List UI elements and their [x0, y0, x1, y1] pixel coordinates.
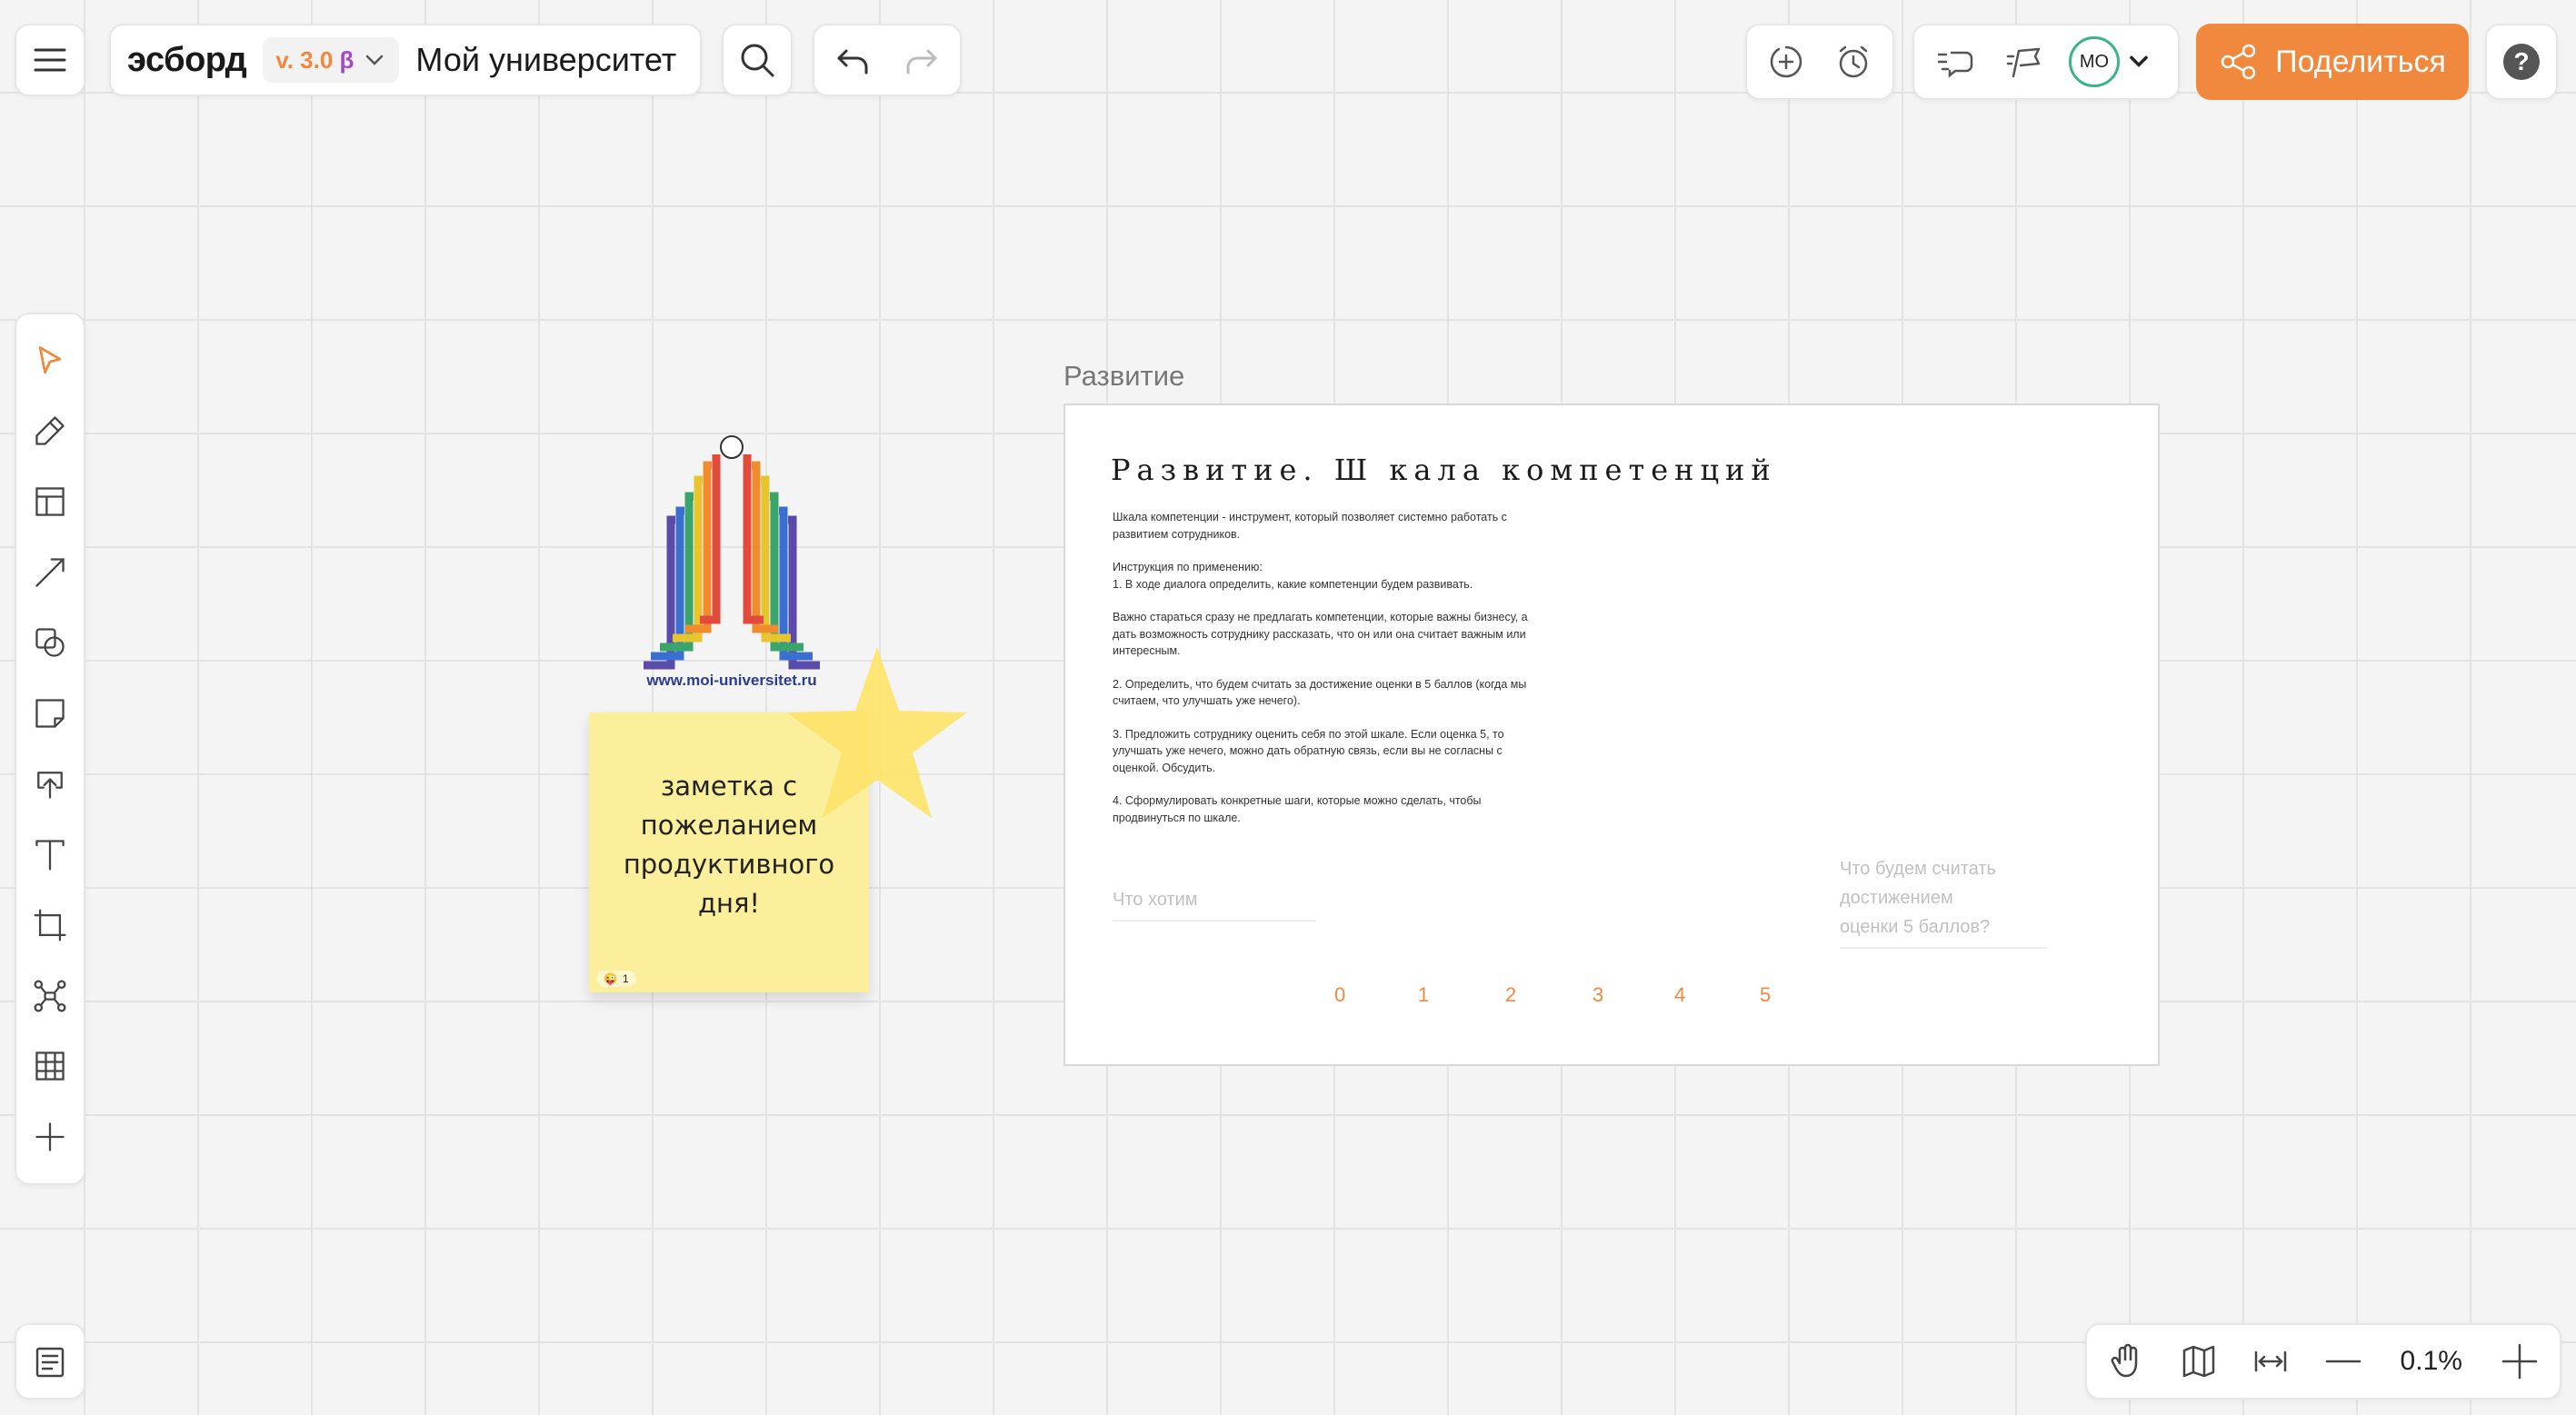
sticky-tool[interactable] [23, 684, 77, 742]
star-shape[interactable] [784, 643, 971, 822]
arrow-icon [35, 558, 65, 587]
frame-title[interactable]: Развитие [1063, 360, 1184, 393]
select-tool[interactable] [23, 332, 77, 390]
user-avatar[interactable]: МО [2069, 36, 2120, 87]
board-name[interactable]: Мой университет [415, 41, 676, 79]
frame-development[interactable]: Развитие. Ш кала компетенций Шкала компе… [1063, 404, 2160, 1066]
upload-icon [37, 771, 63, 799]
collaboration-panel: МО [1912, 24, 2180, 100]
frame-icon [34, 909, 66, 942]
title-panel: эсборд v. 3.0 β Мой университет [109, 24, 702, 96]
pen-tool[interactable] [23, 402, 77, 460]
mindmap-tool[interactable] [23, 967, 77, 1025]
upload-tool[interactable] [23, 755, 77, 813]
scale-3: 3 [1593, 983, 1604, 1006]
tools-toolbar [15, 313, 85, 1185]
search-icon [741, 44, 774, 77]
field-score-five[interactable]: Что будем считать достижением оценки 5 б… [1840, 854, 2047, 949]
body-paragraph: Важно стараться сразу не предлагать комп… [1113, 611, 1528, 657]
template-tool[interactable] [23, 473, 77, 531]
table-tool[interactable] [23, 1037, 77, 1095]
history-panel [813, 24, 962, 96]
pen-icon [35, 416, 65, 446]
star-fill [787, 647, 967, 818]
share-label: Поделиться [2275, 44, 2446, 79]
presentation-button[interactable] [1992, 30, 2056, 94]
zoom-in-button[interactable] [2491, 1330, 2549, 1393]
sticky-note-icon [35, 699, 65, 728]
fit-width-icon [2255, 1350, 2287, 1372]
more-tools-button[interactable] [23, 1108, 77, 1166]
frame-heading: Развитие. Ш кала компетенций [1111, 453, 1777, 487]
arrow-tool[interactable] [23, 543, 77, 602]
alarm-clock-icon [1839, 45, 1868, 78]
body-paragraph: 2. Определить, что будем считать за дост… [1113, 677, 1527, 708]
redo-button[interactable] [889, 28, 953, 92]
scale-2: 2 [1505, 983, 1517, 1006]
insert-timer-panel [1745, 24, 1894, 100]
table-icon [35, 1051, 65, 1081]
field-what-we-want[interactable]: Что хотим [1113, 885, 1316, 922]
cursor-icon [38, 345, 62, 374]
comments-icon [1937, 51, 1973, 78]
scale-1: 1 [1418, 983, 1430, 1006]
frame-tool[interactable] [23, 896, 77, 954]
body-paragraph: 3. Предложить сотруднику оценить себя по… [1113, 727, 1504, 774]
undo-icon [837, 49, 868, 75]
scale-4: 4 [1674, 983, 1686, 1006]
version-label: v. 3.0 β [275, 45, 354, 74]
share-icon [2221, 44, 2256, 80]
layers-list-icon [35, 1347, 65, 1378]
search-panel [722, 24, 793, 96]
frame-body: Шкала компетенции - инструмент, который … [1113, 509, 1558, 842]
plus-icon [2501, 1343, 2538, 1380]
undo-button[interactable] [822, 28, 885, 92]
minus-icon [2325, 1360, 2361, 1363]
reaction-count: 1 [622, 972, 629, 985]
help-panel: ? [2485, 24, 2558, 100]
menu-button[interactable] [18, 28, 82, 92]
reaction-badge[interactable]: 😜 1 [596, 971, 636, 987]
version-selector[interactable]: v. 3.0 β [263, 37, 400, 83]
text-tool[interactable] [23, 825, 77, 883]
add-circle-icon [1770, 45, 1802, 78]
add-button[interactable] [1754, 30, 1818, 94]
body-paragraph: Шкала компетенции - инструмент, который … [1113, 511, 1507, 541]
text-icon [35, 840, 65, 871]
comments-button[interactable] [1923, 30, 1987, 94]
reaction-emoji: 😜 [604, 972, 617, 985]
brand-logo[interactable]: эсборд [127, 41, 247, 80]
menu-panel [15, 24, 85, 96]
scale-0: 0 [1334, 983, 1346, 1006]
body-paragraph: 4. Сформулировать конкретные шаги, котор… [1113, 794, 1482, 824]
mindmap-icon [34, 980, 66, 1012]
zoom-out-button[interactable] [2314, 1330, 2372, 1393]
zoom-panel: 0.1% [2085, 1323, 2561, 1400]
map-icon [2182, 1345, 2215, 1378]
help-icon[interactable]: ? [2503, 44, 2540, 80]
plus-icon [35, 1122, 65, 1151]
layers-button[interactable] [18, 1330, 82, 1393]
minimap-button[interactable] [2170, 1330, 2228, 1393]
cursor-flag-icon [2006, 47, 2041, 78]
hand-tool-button[interactable] [2098, 1330, 2156, 1393]
chevron-down-icon [366, 55, 384, 65]
fit-width-button[interactable] [2242, 1330, 2300, 1393]
search-button[interactable] [725, 28, 789, 92]
redo-icon [906, 49, 937, 75]
body-paragraph: Инструкция по применению: 1. В ходе диал… [1113, 561, 1473, 591]
share-button[interactable]: Поделиться [2196, 24, 2469, 100]
scale-5: 5 [1760, 983, 1772, 1006]
hamburger-icon [34, 48, 66, 72]
chevron-down-icon[interactable] [2125, 48, 2152, 75]
layers-panel [15, 1323, 85, 1400]
template-icon [35, 487, 65, 516]
shapes-tool[interactable] [23, 613, 77, 672]
shapes-icon [35, 628, 65, 658]
hand-icon [2111, 1343, 2138, 1378]
zoom-level[interactable]: 0.1% [2386, 1346, 2477, 1377]
logo-emblem [720, 435, 744, 459]
timer-button[interactable] [1822, 30, 1885, 94]
